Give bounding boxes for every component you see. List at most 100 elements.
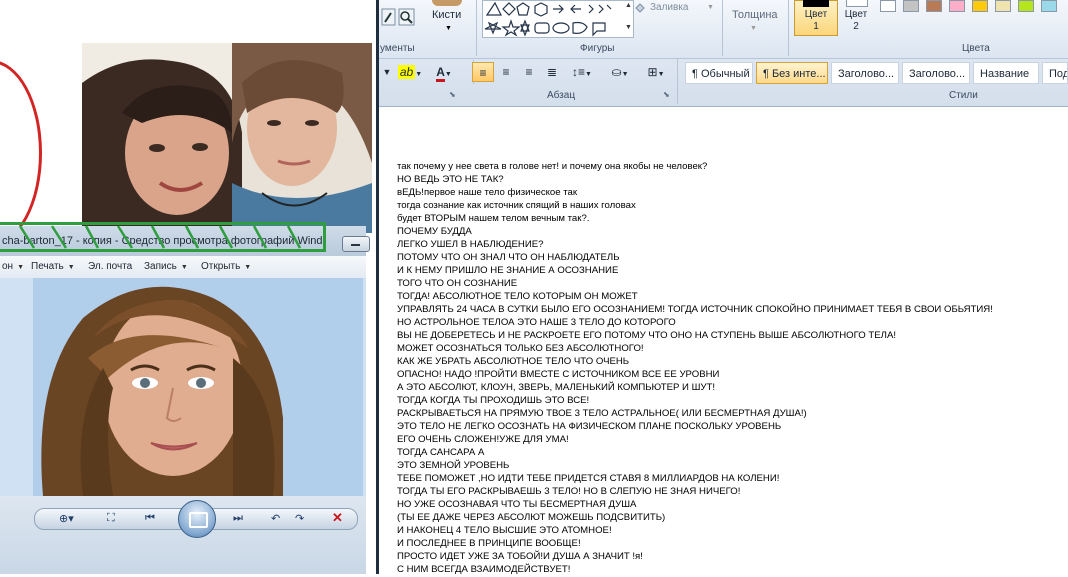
menu-file[interactable]: он ▼ <box>2 261 24 272</box>
font-size-dropdown-icon[interactable]: ▼ <box>381 62 393 82</box>
font-color-icon: A <box>436 65 445 82</box>
style-heading-2[interactable]: Заголово... <box>902 62 970 84</box>
line-spacing-button[interactable]: ↕≡▼ <box>567 62 597 82</box>
document-line[interactable]: ТОГДА! АБСОЛЮТНОЕ ТЕЛО КОТОРЫМ ОН МОЖЕТ <box>397 290 1057 303</box>
document-line[interactable]: НО АСТРОЛЬНОЕ ТЕЛОА ЭТО НАШЕ 3 ТЕЛО ДО К… <box>397 316 1057 329</box>
document-line[interactable]: ВЫ НЕ ДОБЕРЕТЕСЬ И НЕ РАСКРОЕТЕ ЕГО ПОТО… <box>397 329 1057 342</box>
color2-button[interactable]: Цвет 2 <box>842 9 870 33</box>
style-heading-1[interactable]: Заголово... <box>831 62 899 84</box>
style-subtitle[interactable]: Под <box>1042 62 1068 84</box>
justify-button[interactable]: ≣ <box>541 62 563 82</box>
chevron-down-icon: ▼ <box>244 264 252 271</box>
document-line[interactable]: НО ВЕДЬ ЭТО НЕ ТАК? <box>397 173 1057 186</box>
document-line[interactable]: ТЕБЕ ПОМОЖЕТ ,НО ИДТИ ТЕБЕ ПРИДЕТСЯ СТАВ… <box>397 472 1057 485</box>
palette-color[interactable] <box>880 0 896 12</box>
thickness-button[interactable]: Толщина <box>732 9 778 21</box>
highlighter-icon: ab <box>397 65 416 79</box>
chevron-down-icon: ▼ <box>750 25 757 32</box>
select-tools-icon[interactable] <box>381 8 415 30</box>
menu-print[interactable]: Печать ▼ <box>31 261 75 272</box>
document-line[interactable]: так почему у нее света в голове нет! и п… <box>397 160 1057 173</box>
rotate-left-icon[interactable]: ↶ <box>271 512 280 525</box>
document-line[interactable]: С НИМ ВСЕГДА ВЗАИМОДЕЙСТВУЕТ! <box>397 563 1057 576</box>
paragraph-dialog-launcher-icon[interactable]: ⬊ <box>663 90 670 99</box>
minimize-button[interactable] <box>342 236 370 252</box>
align-right-button[interactable]: ≡ <box>518 62 540 82</box>
palette-color[interactable] <box>972 0 988 12</box>
chevron-down-icon: ▼ <box>67 264 75 271</box>
brush-icon <box>432 0 462 6</box>
document-line[interactable]: НО УЖЕ ОСОЗНАВАЯ ЧТО ТЫ БЕСМЕРТНАЯ ДУША <box>397 498 1057 511</box>
ribbon-separator <box>722 0 723 56</box>
align-left-icon: ≡ <box>479 66 487 80</box>
document-line[interactable]: ТОГО ЧТО ОН СОЗНАНИЕ <box>397 277 1057 290</box>
shading-button[interactable]: ⛀▼ <box>603 62 637 82</box>
palette-color[interactable] <box>926 0 942 12</box>
font-dialog-launcher-icon[interactable]: ⬊ <box>449 90 456 99</box>
palette-color[interactable] <box>995 0 1011 12</box>
palette-color[interactable] <box>1041 0 1057 12</box>
document-text[interactable]: так почему у нее света в голове нет! и п… <box>397 160 1057 577</box>
slideshow-icon[interactable] <box>178 500 216 538</box>
fit-icon[interactable]: ⛶ <box>107 512 115 525</box>
palette-color[interactable] <box>949 0 965 12</box>
style-title[interactable]: Название <box>973 62 1039 84</box>
document-line[interactable]: ЭТО ТЕЛО НЕ ЛЕГКО ОСОЗНАТЬ НА ФИЗИЧЕСКОМ… <box>397 420 1057 433</box>
document-line[interactable]: И К НЕМУ ПРИШЛО НЕ ЗНАНИЕ А ОСОЗНАНИЕ <box>397 264 1057 277</box>
zoom-icon[interactable]: ⊕▾ <box>59 512 74 525</box>
document-page[interactable]: так почему у нее света в голове нет! и п… <box>379 107 1068 577</box>
document-line[interactable]: ЭТО ЗЕМНОЙ УРОВЕНЬ <box>397 459 1057 472</box>
align-left-button[interactable]: ≡ <box>472 62 494 82</box>
document-line[interactable]: И ПОСЛЕДНЕЕ В ПРИНЦИПЕ ВООБЩЕ! <box>397 537 1057 550</box>
viewer-titlebar[interactable]: cha-barton_17 - копия - Средство просмот… <box>0 226 370 257</box>
menu-open[interactable]: Открыть ▼ <box>201 261 251 272</box>
document-line[interactable]: И НАКОНЕЦ 4 ТЕЛО ВЫСШИЕ ЭТО АТОМНОЕ! <box>397 524 1057 537</box>
rotate-right-icon[interactable]: ↷ <box>295 512 304 525</box>
document-line[interactable]: КАК ЖЕ УБРАТЬ АБСОЛЮТНОЕ ТЕЛО ЧТО ОЧЕНЬ <box>397 355 1057 368</box>
document-line[interactable]: ЕГО ОЧЕНЬ СЛОЖЕН!УЖЕ ДЛЯ УМА! <box>397 433 1057 446</box>
line-spacing-icon: ↕≡ <box>572 65 586 79</box>
borders-button[interactable]: ⊞▼ <box>641 62 671 82</box>
document-line[interactable]: ОПАСНО! НАДО !ПРОЙТИ ВМЕСТЕ С ИСТОЧНИКОМ… <box>397 368 1057 381</box>
delete-icon[interactable]: ✕ <box>332 510 343 526</box>
fill-button[interactable]: Заливка <box>650 2 689 13</box>
document-line[interactable]: ПОТОМУ ЧТО ОН ЗНАЛ ЧТО ОН НАБЛЮДАТЕЛЬ <box>397 251 1057 264</box>
align-center-button[interactable]: ≡ <box>495 62 517 82</box>
palette-color[interactable] <box>903 0 919 12</box>
paint-bucket-icon: ⛀ <box>611 65 622 79</box>
document-line[interactable]: МОЖЕТ ОСОЗНАТЬСЯ ТОЛЬКО БЕЗ АБСОЛЮТНОГО! <box>397 342 1057 355</box>
document-line[interactable]: РАСКРЫВАЕТЬСЯ НА ПРЯМУЮ ТВОЕ 3 ТЕЛО АСТР… <box>397 407 1057 420</box>
style-normal[interactable]: ¶ Обычный <box>685 62 753 84</box>
color-palette <box>872 0 1068 36</box>
paragraph-group-label: Абзац <box>547 90 576 101</box>
document-line[interactable]: ТОГДА ТЫ ЕГО РАСКРЫВАЕШЬ 3 ТЕЛО! НО В СЛ… <box>397 485 1057 498</box>
document-line[interactable]: ТОГДА САНСАРА А <box>397 446 1057 459</box>
font-color-button[interactable]: A▼ <box>429 62 459 82</box>
document-line[interactable]: ТОГДА КОГДА ТЫ ПРОХОДИШЬ ЭТО ВСЕ! <box>397 394 1057 407</box>
menu-email[interactable]: Эл. почта <box>88 261 132 272</box>
style-no-spacing[interactable]: ¶ Без инте... <box>756 62 828 84</box>
previous-icon[interactable]: ⏮ <box>145 512 155 525</box>
shapes-scroll-up-icon[interactable]: ▲ <box>625 2 632 9</box>
shapes-gallery[interactable] <box>482 0 634 38</box>
document-line[interactable]: ПОЧЕМУ БУДДА <box>397 225 1057 238</box>
document-line[interactable]: УПРАВЛЯТЬ 24 ЧАСА В СУТКИ БЫЛО ЕГО ОСОЗН… <box>397 303 1057 316</box>
document-line[interactable]: ЛЕГКО УШЕЛ В НАБЛЮДЕНИЕ? <box>397 238 1057 251</box>
shapes-more-icon[interactable]: ▼ <box>625 24 632 31</box>
document-line[interactable]: тогда сознание как источник спящий в наш… <box>397 199 1057 212</box>
viewer-photo-area <box>0 278 366 496</box>
viewer-menubar: он ▼ Печать ▼ Эл. почта Запись ▼ Открыть ▼ <box>0 256 366 279</box>
palette-color[interactable] <box>1018 0 1034 12</box>
brushes-button[interactable]: Кисти <box>432 9 461 21</box>
document-line[interactable]: будет ВТОРЫМ нашем телом вечным так?. <box>397 212 1057 225</box>
next-icon[interactable]: ⏭ <box>233 512 243 525</box>
ribbon-separator <box>476 0 477 56</box>
document-line[interactable]: (ТЫ ЕЕ ДАЖЕ ЧЕРЕЗ АБСОЛЮТ МОЖЕШЬ ПОДСВИТ… <box>397 511 1057 524</box>
formatting-row: ▼ ab ▼ A▼ ≡ ≡ ≡ ≣ ↕≡▼ ⛀▼ ⊞▼ ¶ Обычный ¶ Б… <box>379 58 1068 88</box>
document-line[interactable]: вЕДЬ!первое наше тело физическое так <box>397 186 1057 199</box>
highlight-color-button[interactable]: ab ▼ <box>395 62 425 82</box>
menu-burn[interactable]: Запись ▼ <box>144 261 188 272</box>
document-line[interactable]: А ЭТО АБСОЛЮТ, КЛОУН, ЗВЕРЬ, МАЛЕНЬКИЙ К… <box>397 381 1057 394</box>
document-line[interactable]: ПРОСТО ИДЕТ УЖЕ ЗА ТОБОЙ!И ДУША А ЗНАЧИТ… <box>397 550 1057 563</box>
color1-swatch <box>803 0 829 7</box>
